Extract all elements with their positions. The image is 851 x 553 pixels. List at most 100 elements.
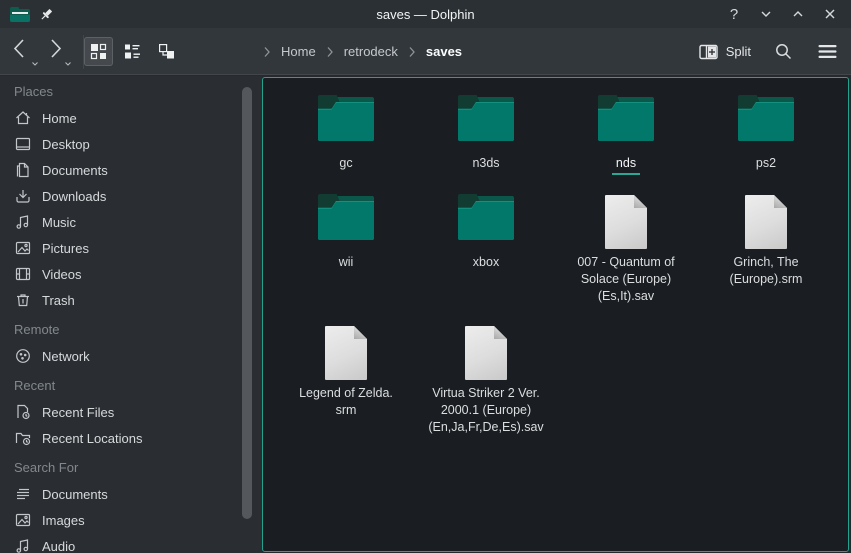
sidebar-item-documents[interactable]: Documents: [14, 157, 262, 183]
file-item-xbox[interactable]: xbox: [416, 194, 556, 305]
sidebar-item-videos[interactable]: Videos: [14, 261, 262, 287]
sidebar-item-label: Trash: [42, 293, 75, 308]
chevron-down-icon: [760, 8, 772, 20]
image-icon: [14, 512, 31, 528]
icons-view-button[interactable]: [84, 37, 113, 66]
breadcrumb-chevron-icon: [263, 46, 271, 58]
folder-icon: [598, 95, 654, 141]
home-icon: [14, 110, 31, 126]
icons-view-icon: [90, 43, 107, 60]
section-header-search-for: Search For: [14, 455, 262, 481]
close-icon: [824, 8, 836, 20]
sidebar-item-recent-files[interactable]: Recent Files: [14, 399, 262, 425]
folder-view[interactable]: gc n3ds nds ps2 wii xbox: [262, 77, 849, 552]
sidebar-item-search-images[interactable]: Images: [14, 507, 262, 533]
split-button[interactable]: Split: [697, 40, 753, 64]
sidebar-item-home[interactable]: Home: [14, 105, 262, 131]
file-icon: [745, 195, 787, 249]
file-label: gc: [279, 155, 413, 172]
sidebar-item-network[interactable]: Network: [14, 343, 262, 369]
folder-icon: [318, 194, 374, 240]
breadcrumb-home[interactable]: Home: [278, 42, 319, 61]
sidebar-item-label: Audio: [42, 539, 75, 553]
back-dropdown-caret-icon: [31, 61, 39, 67]
search-icon: [774, 42, 793, 61]
file-label: wii: [279, 254, 413, 271]
file-icon: [465, 326, 507, 380]
maximize-button[interactable]: [787, 3, 809, 25]
breadcrumb-current[interactable]: saves: [423, 42, 465, 61]
sidebar-scrollbar[interactable]: [242, 87, 252, 519]
breadcrumb-chevron-icon: [408, 46, 416, 58]
file-item-007-quantum-of-solace[interactable]: 007 - Quantum ofSolace (Europe)(Es,It).s…: [556, 194, 696, 305]
file-label: ps2: [699, 155, 833, 172]
recent-folder-icon: [14, 430, 31, 446]
help-icon: ?: [730, 6, 738, 23]
download-icon: [14, 188, 31, 204]
breadcrumb-retrodeck[interactable]: retrodeck: [341, 42, 401, 61]
file-item-virtua-striker-2[interactable]: Virtua Striker 2 Ver.2000.1 (Europe)(En,…: [416, 325, 556, 436]
sidebar-item-pictures[interactable]: Pictures: [14, 235, 262, 261]
document-icon: [14, 162, 31, 178]
trash-icon: [14, 292, 31, 308]
titlebar: saves — Dolphin ?: [0, 0, 851, 28]
file-item-wii[interactable]: wii: [276, 194, 416, 305]
sidebar-item-trash[interactable]: Trash: [14, 287, 262, 313]
file-label: xbox: [419, 254, 553, 271]
details-view-button[interactable]: [118, 37, 147, 66]
sidebar-item-label: Images: [42, 513, 85, 528]
file-item-grinch-the[interactable]: Grinch, The(Europe).srm: [696, 194, 836, 305]
file-item-gc[interactable]: gc: [276, 95, 416, 175]
search-button[interactable]: [769, 38, 797, 66]
folder-icon: [458, 194, 514, 240]
network-icon: [14, 348, 31, 364]
sidebar-item-search-audio[interactable]: Audio: [14, 533, 262, 553]
file-item-ps2[interactable]: ps2: [696, 95, 836, 175]
file-label: Legend of Zelda.srm: [279, 385, 413, 419]
file-label: Virtua Striker 2 Ver.2000.1 (Europe)(En,…: [419, 385, 553, 436]
image-icon: [14, 240, 31, 256]
app-folder-icon: [10, 7, 30, 22]
section-header-places: Places: [14, 79, 262, 105]
sidebar-item-label: Documents: [42, 163, 108, 178]
desktop-icon: [14, 136, 31, 152]
sidebar-item-label: Documents: [42, 487, 108, 502]
forward-button[interactable]: [43, 36, 73, 68]
file-label: n3ds: [419, 155, 553, 172]
sidebar-item-label: Home: [42, 111, 77, 126]
sidebar-item-recent-locations[interactable]: Recent Locations: [14, 425, 262, 451]
folder-icon: [738, 95, 794, 141]
back-button[interactable]: [10, 36, 40, 68]
help-button[interactable]: ?: [723, 3, 745, 25]
hamburger-menu-button[interactable]: [813, 38, 841, 66]
minimize-button[interactable]: [755, 3, 777, 25]
sidebar-item-music[interactable]: Music: [14, 209, 262, 235]
sidebar-item-downloads[interactable]: Downloads: [14, 183, 262, 209]
folder-icon: [458, 95, 514, 141]
file-icon: [325, 326, 367, 380]
file-item-legend-of-zelda[interactable]: Legend of Zelda.srm: [276, 325, 416, 436]
pin-icon: [39, 7, 54, 22]
text-lines-icon: [14, 486, 31, 502]
file-item-nds[interactable]: nds: [556, 95, 696, 175]
file-icon: [605, 195, 647, 249]
tree-view-button[interactable]: [152, 37, 181, 66]
file-item-n3ds[interactable]: n3ds: [416, 95, 556, 175]
toolbar: Home retrodeck saves Split: [0, 28, 851, 75]
music-note-icon: [14, 214, 31, 230]
file-label: 007 - Quantum ofSolace (Europe)(Es,It).s…: [559, 254, 693, 305]
sidebar-item-label: Network: [42, 349, 90, 364]
details-view-icon: [124, 43, 141, 60]
hamburger-icon: [818, 44, 837, 59]
sidebar-item-label: Desktop: [42, 137, 90, 152]
sidebar-item-desktop[interactable]: Desktop: [14, 131, 262, 157]
sidebar-item-search-documents[interactable]: Documents: [14, 481, 262, 507]
sidebar-item-label: Recent Files: [42, 405, 114, 420]
music-note-icon: [14, 538, 31, 553]
breadcrumb: Home retrodeck saves: [263, 28, 465, 75]
sidebar-item-label: Pictures: [42, 241, 89, 256]
film-icon: [14, 266, 31, 282]
places-panel: Places Home Desktop Documents Downloads …: [0, 76, 262, 553]
forward-icon: [43, 36, 65, 62]
close-button[interactable]: [819, 3, 841, 25]
